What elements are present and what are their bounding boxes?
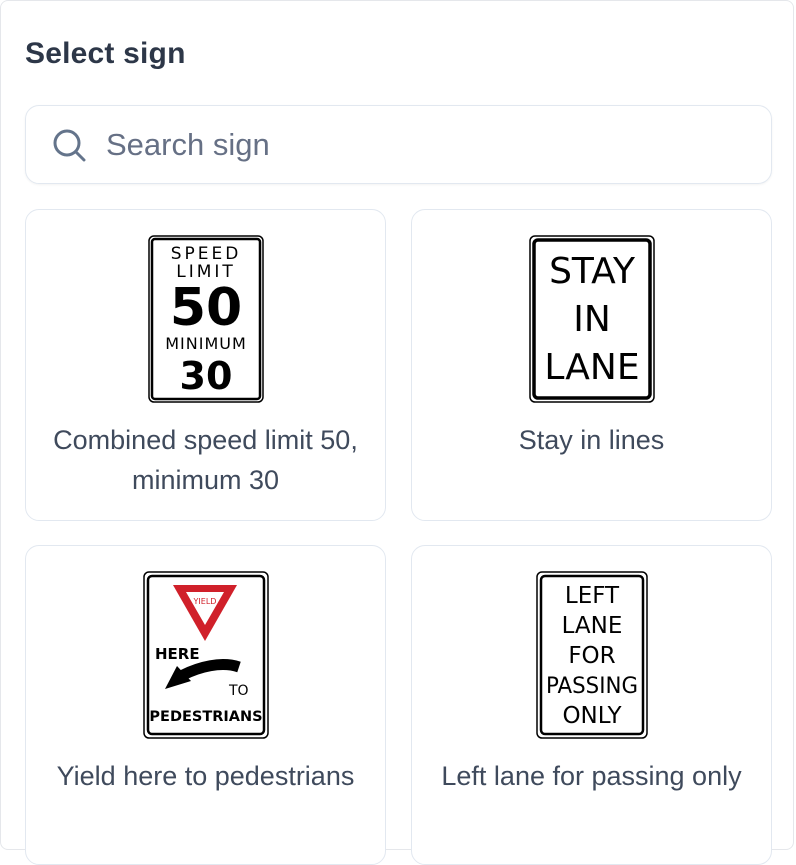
sign-text-minimum: MINIMUM	[165, 334, 247, 353]
yield-pedestrians-sign-image: YIELD HERE TO PEDESTRIANS	[143, 571, 269, 739]
sign-card-speed-limit[interactable]: SPEED LIMIT 50 MINIMUM 30 Combined speed…	[25, 209, 386, 521]
sign-text-yield: YIELD	[193, 597, 217, 606]
sign-text-passing: PASSING	[546, 674, 638, 699]
sign-text-for: FOR	[568, 643, 615, 669]
sign-text-in: IN	[573, 299, 611, 340]
sign-text-speed-value: 50	[170, 278, 242, 338]
search-input[interactable]	[104, 122, 748, 168]
sign-text-pedestrians: PEDESTRIANS	[149, 709, 262, 725]
sign-text-here: HERE	[155, 645, 200, 663]
left-lane-passing-sign-image: LEFT LANE FOR PASSING ONLY	[536, 571, 648, 739]
sign-text-to: TO	[228, 683, 249, 699]
sign-card-label: Stay in lines	[518, 425, 665, 455]
search-box[interactable]	[25, 105, 772, 184]
sign-card-left-lane-passing[interactable]: LEFT LANE FOR PASSING ONLY Left lane for…	[411, 545, 772, 865]
sign-card-label: Left lane for passing only	[441, 761, 742, 791]
sign-text-lane: LANE	[562, 613, 623, 639]
sign-text-only: ONLY	[562, 703, 622, 729]
speed-limit-sign-image: SPEED LIMIT 50 MINIMUM 30	[148, 235, 264, 403]
sign-text-min-value: 30	[180, 354, 233, 398]
sign-card-yield-pedestrians[interactable]: YIELD HERE TO PEDESTRIANS Yield here to …	[25, 545, 386, 865]
sign-text-speed: SPEED	[171, 244, 242, 264]
sign-picker-panel: Select sign SPEED LIMIT 50 MINIMUM 30 Co…	[0, 0, 794, 865]
sign-text-left: LEFT	[565, 583, 620, 609]
sign-text-stay: STAY	[549, 251, 636, 292]
search-icon	[53, 129, 86, 162]
sign-text-lane: LANE	[544, 347, 639, 388]
sign-card-label: Yield here to pedestrians	[56, 761, 355, 791]
sign-card-label: Combined speed limit 50, minimum 30	[53, 425, 358, 495]
stay-in-lane-sign-image: STAY IN LANE	[529, 235, 655, 403]
sign-card-stay-in-lane[interactable]: STAY IN LANE Stay in lines	[411, 209, 772, 521]
panel-title: Select sign	[25, 37, 186, 70]
